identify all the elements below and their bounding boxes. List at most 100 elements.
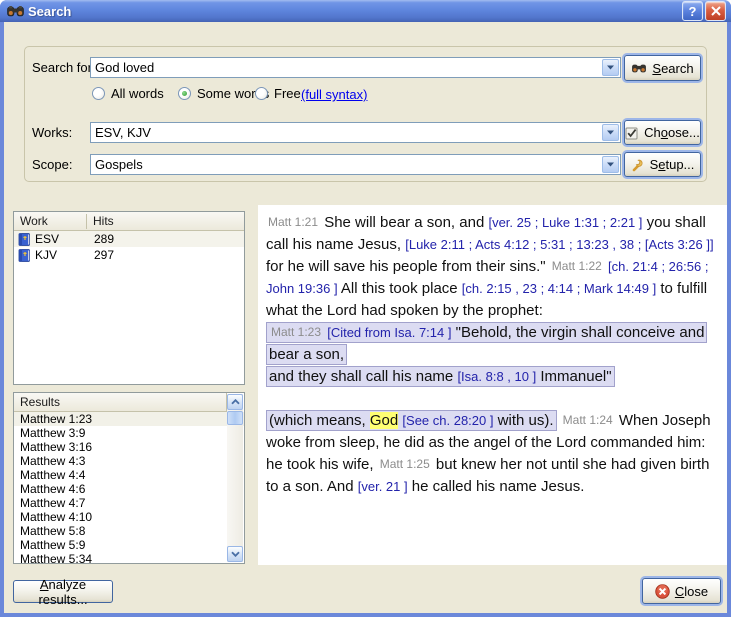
close-button[interactable]: Close [642, 578, 721, 604]
list-item[interactable]: Matthew 3:9 [14, 426, 244, 440]
book-icon [18, 233, 31, 246]
chevron-down-icon [231, 551, 240, 557]
binoculars-icon [7, 4, 24, 19]
works-select[interactable]: ESV, KJV [90, 122, 621, 143]
work-name: KJV [35, 248, 57, 262]
binoculars-icon [631, 62, 647, 75]
works-value: ESV, KJV [91, 123, 601, 142]
list-item[interactable]: Matthew 4:7 [14, 496, 244, 510]
search-for-label: Search for: [32, 60, 96, 75]
results-header: Results [14, 393, 227, 412]
results-list[interactable]: Matthew 1:23Matthew 3:9Matthew 3:16Matth… [14, 412, 244, 564]
search-button-label: Search [652, 61, 693, 76]
radio-circle-icon [92, 87, 105, 100]
search-button[interactable]: Search [624, 55, 701, 81]
search-input-value: God loved [91, 58, 601, 77]
highlighted-verse-run: (which means, God [See ch. 28:20 ] with … [266, 410, 557, 431]
column-header-work[interactable]: Work [14, 214, 86, 228]
work-name: ESV [35, 232, 59, 246]
search-input[interactable]: God loved [90, 57, 621, 78]
verse-text: he called his name Jesus. [408, 478, 585, 495]
verse-number: Matt 1:23 [269, 325, 323, 339]
analyze-results-button[interactable]: Analyze results... [13, 580, 113, 603]
hits-table-header[interactable]: Work Hits [14, 212, 244, 231]
scroll-up-button[interactable] [227, 394, 243, 410]
book-icon [18, 249, 31, 262]
cross-reference-link[interactable]: [Cited from Isa. 7:14 ] [327, 325, 451, 340]
radio-selected-icon [178, 87, 191, 100]
search-dialog-window: Search ? Search for: God loved [0, 0, 731, 617]
help-button[interactable]: ? [682, 1, 703, 21]
verse-text: Immanuel" [536, 368, 611, 385]
chevron-up-icon [231, 399, 240, 405]
radio-free[interactable]: Free [255, 86, 301, 101]
list-item[interactable]: Matthew 5:8 [14, 524, 244, 538]
works-label: Works: [32, 125, 72, 140]
titlebar-close-button[interactable] [705, 1, 726, 21]
scroll-down-button[interactable] [227, 546, 243, 562]
scope-value: Gospels [91, 155, 601, 174]
close-x-icon [711, 6, 721, 16]
analyze-button-label: Analyze results... [14, 577, 112, 607]
scope-select[interactable]: Gospels [90, 154, 621, 175]
list-item[interactable]: Matthew 4:3 [14, 454, 244, 468]
verse-preview-pane[interactable]: Matt 1:21 She will bear a son, and [ver.… [258, 205, 727, 565]
scope-label: Scope: [32, 157, 72, 172]
choose-works-button[interactable]: Choose... [624, 120, 701, 145]
verse-text: for he will save his people from their s… [266, 258, 550, 275]
chevron-down-icon[interactable] [602, 124, 619, 141]
verse-number: Matt 1:24 [561, 413, 615, 427]
cross-reference-link[interactable]: [ch. 2:15 , 23 ; 4:14 ; Mark 14:49 ] [462, 281, 656, 296]
hits-count: 297 [87, 248, 114, 262]
list-item[interactable]: Matthew 5:34 [14, 552, 244, 564]
scrollbar-thumb[interactable] [227, 411, 243, 425]
verse-number: Matt 1:22 [550, 259, 604, 273]
table-row[interactable]: ESV 289 [14, 231, 244, 247]
verse-number: Matt 1:25 [378, 457, 432, 471]
list-item[interactable]: Matthew 4:4 [14, 468, 244, 482]
verse-number: Matt 1:21 [266, 215, 320, 229]
chevron-down-icon[interactable] [602, 156, 619, 173]
choose-button-label: Choose... [644, 125, 700, 140]
hits-count: 289 [87, 232, 114, 246]
close-x-icon [655, 584, 670, 599]
results-panel: Results Matthew 1:23Matthew 3:9Matthew 3… [13, 392, 245, 564]
list-item[interactable]: Matthew 3:16 [14, 440, 244, 454]
work-cell: ESV [14, 232, 87, 246]
cross-reference-link[interactable]: [See ch. 28:20 ] [402, 413, 493, 428]
radio-free-label: Free [274, 86, 301, 101]
close-button-label: Close [675, 584, 708, 599]
verse-text: and they shall call his name [269, 368, 457, 385]
results-scrollbar[interactable] [227, 394, 243, 562]
cross-reference-link[interactable]: [ver. 21 ] [358, 479, 408, 494]
full-syntax-link[interactable]: (full syntax) [301, 87, 367, 102]
highlighted-verse-run: Matt 1:23 [Cited from Isa. 7:14 ] "Behol… [266, 322, 707, 387]
scope-setup-button[interactable]: Setup... [624, 152, 701, 177]
chevron-down-icon[interactable] [602, 59, 619, 76]
hits-table-body: ESV 289 KJV 297 [14, 231, 244, 263]
cross-reference-link[interactable]: [ver. 25 ; Luke 1:31 ; 2:21 ] [488, 215, 642, 230]
table-row[interactable]: KJV 297 [14, 247, 244, 263]
wrench-icon [631, 158, 645, 172]
list-item[interactable]: Matthew 5:9 [14, 538, 244, 552]
verse-text: She will bear a son, and [320, 214, 488, 231]
radio-circle-icon [255, 87, 268, 100]
column-header-hits[interactable]: Hits [87, 214, 244, 228]
cross-reference-link[interactable]: [Luke 2:11 ; Acts 4:12 ; 5:31 ; 13:23 , … [405, 237, 713, 252]
list-item[interactable]: Matthew 4:6 [14, 482, 244, 496]
setup-button-label: Setup... [650, 157, 695, 172]
list-item[interactable]: Matthew 1:23 [14, 412, 244, 426]
cross-reference-link[interactable]: [Isa. 8:8 , 10 ] [457, 369, 536, 384]
radio-all-words[interactable]: All words [92, 86, 164, 101]
list-item[interactable]: Matthew 4:10 [14, 510, 244, 524]
work-cell: KJV [14, 248, 87, 262]
results-header-label: Results [20, 395, 60, 409]
search-hit-highlight: God [370, 412, 398, 429]
verse-text: All this took place [338, 280, 462, 297]
checkmark-icon [625, 126, 639, 140]
verse-text: (which means, [269, 412, 370, 429]
radio-all-words-label: All words [111, 86, 164, 101]
verse-text: with us). [493, 412, 553, 429]
titlebar[interactable]: Search ? [0, 0, 731, 22]
hits-panel: Work Hits ESV 289 KJV 297 [13, 211, 245, 385]
